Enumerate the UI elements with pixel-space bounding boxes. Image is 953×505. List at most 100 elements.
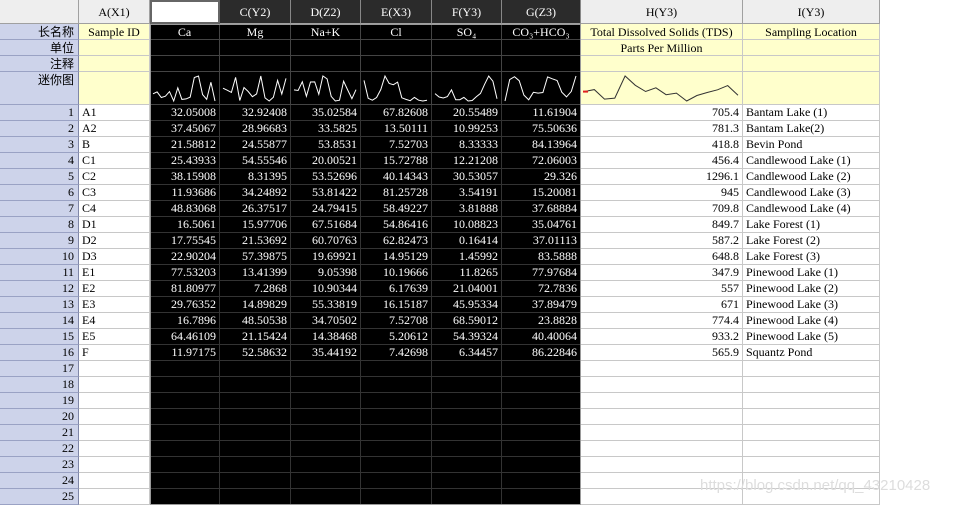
data-cell[interactable] xyxy=(150,361,220,377)
column-header-3[interactable]: C(Y2) xyxy=(220,0,291,24)
data-cell[interactable]: 53.8531 xyxy=(291,137,361,153)
comments-cell[interactable] xyxy=(502,56,581,72)
row-number[interactable]: 10 xyxy=(0,249,79,265)
data-cell[interactable]: 48.83068 xyxy=(150,201,220,217)
data-cell[interactable]: Bantam Lake(2) xyxy=(743,121,880,137)
data-cell[interactable]: Lake Forest (2) xyxy=(743,233,880,249)
data-cell[interactable] xyxy=(150,425,220,441)
data-cell[interactable] xyxy=(743,441,880,457)
data-cell[interactable]: 83.5888 xyxy=(502,249,581,265)
data-cell[interactable]: 557 xyxy=(581,281,743,297)
row-number[interactable]: 12 xyxy=(0,281,79,297)
data-cell[interactable]: Pinewood Lake (3) xyxy=(743,297,880,313)
data-cell[interactable] xyxy=(291,425,361,441)
data-cell[interactable] xyxy=(432,377,502,393)
data-cell[interactable]: 648.8 xyxy=(581,249,743,265)
data-cell[interactable] xyxy=(432,425,502,441)
long-name-cell[interactable]: SO₄ xyxy=(432,24,502,40)
row-number[interactable]: 22 xyxy=(0,441,79,457)
data-cell[interactable] xyxy=(150,441,220,457)
data-cell[interactable] xyxy=(291,457,361,473)
data-cell[interactable] xyxy=(79,409,150,425)
data-cell[interactable]: 54.39324 xyxy=(432,329,502,345)
data-cell[interactable] xyxy=(220,409,291,425)
sparkline-cell[interactable] xyxy=(291,72,361,105)
data-cell[interactable] xyxy=(581,377,743,393)
data-cell[interactable]: 35.04761 xyxy=(502,217,581,233)
data-cell[interactable]: 38.15908 xyxy=(150,169,220,185)
row-number[interactable]: 9 xyxy=(0,233,79,249)
data-cell[interactable]: Bantam Lake (1) xyxy=(743,105,880,121)
data-cell[interactable] xyxy=(79,473,150,489)
data-cell[interactable]: 5.20612 xyxy=(361,329,432,345)
data-cell[interactable] xyxy=(220,377,291,393)
data-cell[interactable]: 7.42698 xyxy=(361,345,432,361)
data-cell[interactable]: 21.53692 xyxy=(220,233,291,249)
data-cell[interactable]: 418.8 xyxy=(581,137,743,153)
data-cell[interactable]: 933.2 xyxy=(581,329,743,345)
data-cell[interactable]: 32.92408 xyxy=(220,105,291,121)
comments-cell[interactable] xyxy=(150,56,220,72)
data-cell[interactable] xyxy=(432,457,502,473)
long-name-cell[interactable]: Sample ID xyxy=(79,24,150,40)
data-cell[interactable]: 14.95129 xyxy=(361,249,432,265)
data-cell[interactable]: 54.55546 xyxy=(220,153,291,169)
data-cell[interactable]: 53.52696 xyxy=(291,169,361,185)
row-number[interactable]: 14 xyxy=(0,313,79,329)
units-cell[interactable] xyxy=(220,40,291,56)
data-cell[interactable]: 29.76352 xyxy=(150,297,220,313)
data-cell[interactable] xyxy=(502,473,581,489)
data-cell[interactable]: 8.33333 xyxy=(432,137,502,153)
data-cell[interactable]: 20.00521 xyxy=(291,153,361,169)
data-cell[interactable] xyxy=(291,361,361,377)
long-name-cell[interactable]: Sampling Location xyxy=(743,24,880,40)
row-number[interactable]: 5 xyxy=(0,169,79,185)
data-cell[interactable]: 28.96683 xyxy=(220,121,291,137)
data-cell[interactable] xyxy=(79,489,150,505)
data-cell[interactable]: Candlewood Lake (2) xyxy=(743,169,880,185)
data-cell[interactable]: 23.8828 xyxy=(502,313,581,329)
data-cell[interactable]: 26.37517 xyxy=(220,201,291,217)
data-cell[interactable]: 37.89479 xyxy=(502,297,581,313)
data-cell[interactable] xyxy=(220,393,291,409)
data-cell[interactable] xyxy=(291,409,361,425)
data-cell[interactable] xyxy=(581,425,743,441)
sparkline-cell[interactable] xyxy=(79,72,150,105)
row-number[interactable]: 23 xyxy=(0,457,79,473)
sparkline-cell[interactable] xyxy=(743,72,880,105)
data-cell[interactable]: D3 xyxy=(79,249,150,265)
data-cell[interactable]: C1 xyxy=(79,153,150,169)
data-cell[interactable]: 10.90344 xyxy=(291,281,361,297)
data-cell[interactable] xyxy=(743,457,880,473)
row-label-sparklines[interactable]: 迷你图 xyxy=(0,72,79,105)
units-cell[interactable] xyxy=(743,40,880,56)
data-cell[interactable]: C2 xyxy=(79,169,150,185)
row-number[interactable]: 24 xyxy=(0,473,79,489)
column-header-7[interactable]: G(Z3) xyxy=(502,0,581,24)
row-number[interactable]: 16 xyxy=(0,345,79,361)
data-cell[interactable]: Pinewood Lake (2) xyxy=(743,281,880,297)
data-cell[interactable] xyxy=(502,441,581,457)
row-number[interactable]: 25 xyxy=(0,489,79,505)
data-cell[interactable] xyxy=(581,457,743,473)
long-name-cell[interactable]: CO₃+HCO₃ xyxy=(502,24,581,40)
long-name-cell[interactable]: Ca xyxy=(150,24,220,40)
data-cell[interactable]: 60.70763 xyxy=(291,233,361,249)
data-cell[interactable] xyxy=(502,425,581,441)
data-cell[interactable]: 10.19666 xyxy=(361,265,432,281)
data-cell[interactable]: 19.69921 xyxy=(291,249,361,265)
data-cell[interactable]: 6.34457 xyxy=(432,345,502,361)
data-cell[interactable]: 21.04001 xyxy=(432,281,502,297)
data-cell[interactable] xyxy=(743,393,880,409)
data-cell[interactable]: 7.52708 xyxy=(361,313,432,329)
data-cell[interactable]: 1296.1 xyxy=(581,169,743,185)
data-cell[interactable]: 81.80977 xyxy=(150,281,220,297)
data-cell[interactable] xyxy=(79,441,150,457)
data-cell[interactable] xyxy=(432,489,502,505)
data-cell[interactable] xyxy=(502,393,581,409)
data-cell[interactable]: D1 xyxy=(79,217,150,233)
data-cell[interactable]: C3 xyxy=(79,185,150,201)
data-cell[interactable]: 8.31395 xyxy=(220,169,291,185)
data-cell[interactable]: E3 xyxy=(79,297,150,313)
data-cell[interactable] xyxy=(581,361,743,377)
